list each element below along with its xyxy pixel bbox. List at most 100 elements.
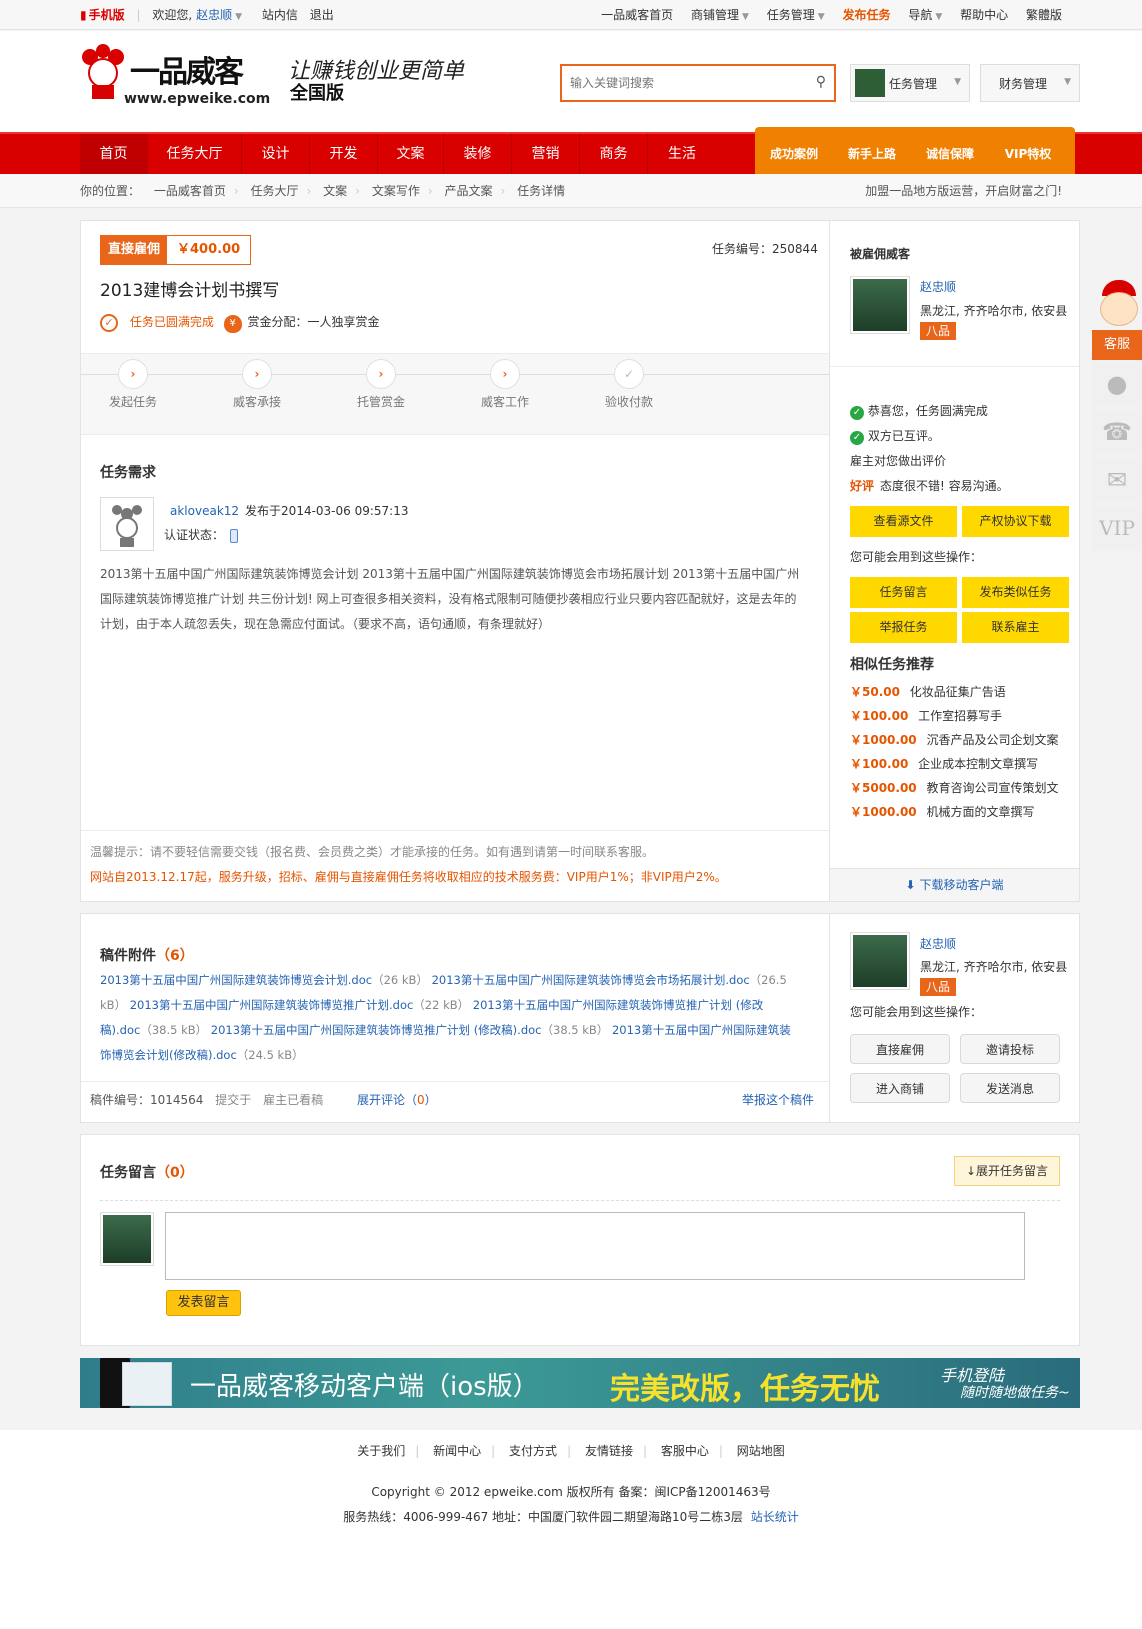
nav-design[interactable]: 设计 xyxy=(242,134,310,174)
task-id: 任务编号：250844 xyxy=(712,242,818,256)
similar-item[interactable]: ￥1000.00 沉香产品及公司企划文案 xyxy=(850,728,1059,752)
top-bar: ▮ 手机版 | 欢迎您, 赵忠顺 ▼ 站内信 退出 一品威客首页 商铺管理 ▼ 任务管理… xyxy=(0,0,1142,30)
chevron-down-icon: ▼ xyxy=(817,12,825,22)
send-message-button[interactable]: 发送消息 xyxy=(960,1073,1060,1103)
report-draft-link[interactable]: 举报这个稿件 xyxy=(742,1091,814,1108)
nav-copywriting[interactable]: 文案 xyxy=(378,134,444,174)
crumb-product-copy[interactable]: 产品文案 xyxy=(444,184,492,198)
contact-employer-button[interactable]: 联系雇主 xyxy=(962,612,1069,643)
main-nav: 首页 任务大厅 设计 开发 文案 装修 营销 商务 生活 成功案例 新手上路 诚信保… xyxy=(0,127,1142,174)
nav-task-hall[interactable]: 任务大厅 xyxy=(148,134,242,174)
steps-line xyxy=(81,374,829,375)
phone-auth-icon xyxy=(230,528,239,543)
footer-news[interactable]: 新闻中心 xyxy=(433,1444,481,1458)
breadcrumb: 你的位置： 一品威客首页 › 任务大厅 › 文案 › 文案写作 › 产品文案 › 任务详情… xyxy=(0,174,1142,208)
similar-item[interactable]: ￥100.00 企业成本控制文章撰写 xyxy=(850,752,1059,776)
footer-service[interactable]: 客服中心 xyxy=(661,1444,709,1458)
nav-success-cases[interactable]: 成功案例 xyxy=(755,127,833,181)
similar-item[interactable]: ￥5000.00 教育咨询公司宣传策划文 xyxy=(850,776,1059,800)
footer-friend-links[interactable]: 友情链接 xyxy=(585,1444,633,1458)
nav-develop[interactable]: 开发 xyxy=(310,134,378,174)
nav-life[interactable]: 生活 xyxy=(648,134,716,174)
view-source-button[interactable]: 查看源文件 xyxy=(850,506,957,537)
task-type-badge: 直接雇佣 ￥400.00 xyxy=(100,235,252,265)
file-link[interactable]: 2013第十五届中国广州国际建筑装饰博览推广计划 (修改稿).doc xyxy=(211,1023,542,1037)
ios-app-banner[interactable]: 一品威客移动客户端（ios版） 完美改版，任务无忧 手机登陆 随时随地做任务~ xyxy=(80,1358,1080,1408)
submit-comment-button[interactable]: 发表留言 xyxy=(166,1290,241,1316)
poster-name-link[interactable]: akloveak12 xyxy=(170,504,239,518)
file-link[interactable]: 2013第十五届中国广州国际建筑装饰博览会计划.doc xyxy=(100,973,372,987)
hired-location: 黑龙江, 齐齐哈尔市, 依安县 xyxy=(920,304,1068,318)
vip-button[interactable]: VIP xyxy=(1092,505,1142,551)
similar-item[interactable]: ￥1000.00 机械方面的文章撰写 xyxy=(850,800,1059,824)
copyright: Copyright © 2012 epweike.com 版权所有 备案：闽IC… xyxy=(371,1485,771,1499)
report-task-button[interactable]: 举报任务 xyxy=(850,612,957,643)
check-icon: ✓ xyxy=(850,406,864,420)
mobile-version-link[interactable]: 手机版 xyxy=(89,8,125,22)
search-icon[interactable]: ⚲ xyxy=(816,74,826,90)
similar-item[interactable]: ￥100.00 工作室招募写手 xyxy=(850,704,1059,728)
worker-avatar[interactable] xyxy=(850,932,910,990)
footer-about[interactable]: 关于我们 xyxy=(357,1444,405,1458)
username-link[interactable]: 赵忠顺 xyxy=(196,8,232,22)
footer-links: 关于我们 | 新闻中心 | 支付方式 | 友情链接 | 客服中心 | 网站地图 xyxy=(357,1444,785,1458)
footer-payment[interactable]: 支付方式 xyxy=(509,1444,557,1458)
file-link[interactable]: 2013第十五届中国广州国际建筑装饰博览推广计划.doc xyxy=(130,998,414,1012)
qq-icon[interactable]: ● xyxy=(1092,361,1142,407)
file-link[interactable]: 2013第十五届中国广州国际建筑装饰博览会市场拓展计划.doc xyxy=(432,973,750,987)
nav-integrity[interactable]: 诚信保障 xyxy=(911,127,989,181)
expand-comments-link[interactable]: 展开评论（0） xyxy=(357,1093,437,1107)
ip-agreement-button[interactable]: 产权协议下载 xyxy=(962,506,1069,537)
footer-sitemap[interactable]: 网站地图 xyxy=(737,1444,785,1458)
crumb-home[interactable]: 一品威客首页 xyxy=(154,184,226,198)
franchise-promo-link[interactable]: 加盟一品地方版运营，开启财富之门! xyxy=(865,174,1062,208)
download-icon: ⬇ xyxy=(905,878,916,892)
logo[interactable]: 一品威客 www.epweike.com xyxy=(78,43,278,107)
shop-manage-link[interactable]: 商铺管理 xyxy=(691,8,739,22)
enter-shop-button[interactable]: 进入商铺 xyxy=(850,1073,950,1103)
comment-avatar xyxy=(100,1212,154,1266)
task-message-button[interactable]: 任务留言 xyxy=(850,577,957,608)
nav-vip[interactable]: VIP特权 xyxy=(989,127,1067,181)
step-icon: › xyxy=(490,359,520,389)
customer-service-button[interactable]: 客服 xyxy=(1092,330,1142,360)
similar-title: 相似任务推荐 xyxy=(850,657,934,673)
traditional-link[interactable]: 繁體版 xyxy=(1026,8,1062,22)
poster-avatar[interactable] xyxy=(100,497,154,551)
similar-list: ￥50.00 化妆品征集广告语 ￥100.00 工作室招募写手 ￥1000.00… xyxy=(850,680,1059,824)
publish-task-link[interactable]: 发布任务 xyxy=(843,8,891,22)
home-link[interactable]: 一品威客首页 xyxy=(601,8,673,22)
download-bar[interactable]: ⬇ 下载移动客户端 xyxy=(830,868,1079,901)
step-label: 托管赏金 xyxy=(356,395,405,409)
invite-bid-button[interactable]: 邀请投标 xyxy=(960,1034,1060,1064)
nav-menu-link[interactable]: 导航 xyxy=(908,8,932,22)
expand-task-comments-button[interactable]: ↓展开任务留言 xyxy=(954,1156,1060,1186)
nav-decoration[interactable]: 装修 xyxy=(444,134,512,174)
comment-input[interactable] xyxy=(165,1212,1025,1280)
nav-newbie[interactable]: 新手上路 xyxy=(833,127,911,181)
crumb-copywriting[interactable]: 文案写作 xyxy=(372,184,420,198)
hired-name-link[interactable]: 赵忠顺 xyxy=(920,278,956,295)
hired-avatar[interactable] xyxy=(850,276,910,334)
nav-home[interactable]: 首页 xyxy=(80,134,148,174)
crumb-task-hall[interactable]: 任务大厅 xyxy=(251,184,299,198)
stats-link[interactable]: 站长统计 xyxy=(751,1510,799,1524)
crumb-copy[interactable]: 文案 xyxy=(323,184,347,198)
nav-business[interactable]: 商务 xyxy=(580,134,648,174)
worker-name-link[interactable]: 赵忠顺 xyxy=(920,935,956,952)
task-description: 2013第十五届中国广州国际建筑装饰博览会计划 2013第十五届中国广州国际建筑… xyxy=(100,567,800,631)
search-input[interactable] xyxy=(562,66,792,100)
chevron-right-icon: › xyxy=(306,184,312,198)
phone-icon[interactable]: ☎ xyxy=(1092,409,1142,455)
message-link[interactable]: 站内信 xyxy=(262,8,298,22)
similar-item[interactable]: ￥50.00 化妆品征集广告语 xyxy=(850,680,1059,704)
mail-icon[interactable]: ✉ xyxy=(1092,457,1142,503)
publish-similar-button[interactable]: 发布类似任务 xyxy=(962,577,1069,608)
task-manage-link[interactable]: 任务管理 xyxy=(767,8,815,22)
task-manage-dropdown[interactable]: 任务管理 ▼ xyxy=(850,64,970,102)
help-center-link[interactable]: 帮助中心 xyxy=(960,8,1008,22)
finance-manage-dropdown[interactable]: 财务管理 ▼ xyxy=(980,64,1080,102)
nav-marketing[interactable]: 营销 xyxy=(512,134,580,174)
direct-hire-button[interactable]: 直接雇佣 xyxy=(850,1034,950,1064)
logout-link[interactable]: 退出 xyxy=(310,8,334,22)
